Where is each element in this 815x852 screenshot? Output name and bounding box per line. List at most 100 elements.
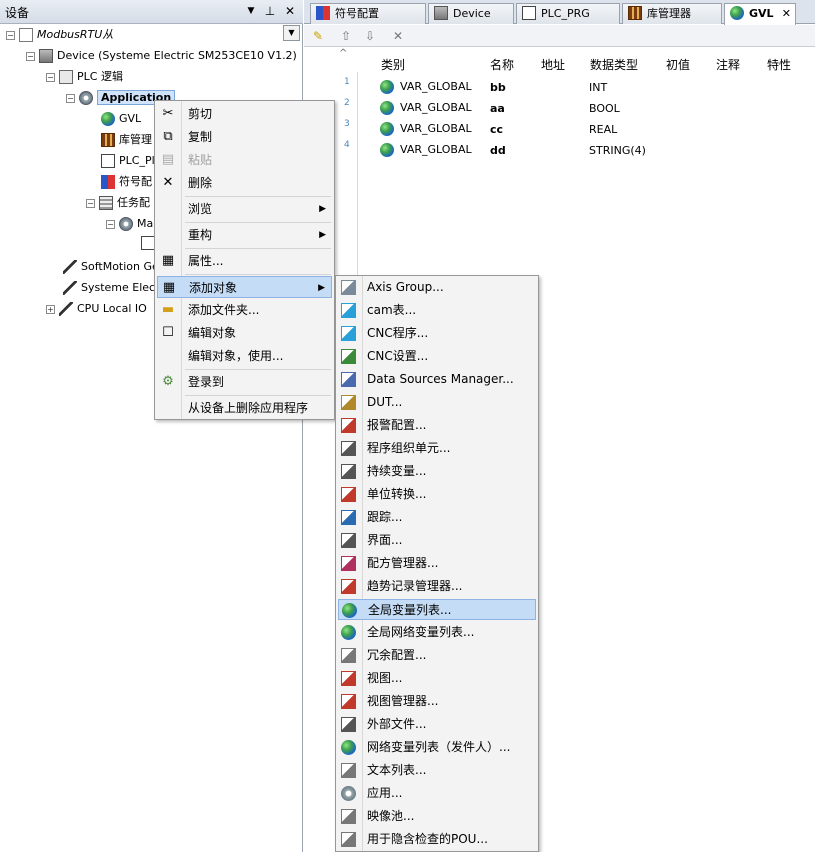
close-tab-icon[interactable]: ✕ xyxy=(782,4,791,23)
menu-item-properties[interactable]: ▦ 属性... xyxy=(157,250,332,272)
submenu-item-external-file[interactable]: 外部文件... xyxy=(338,714,536,735)
move-up-icon[interactable]: ⇧ xyxy=(338,28,354,44)
submenu-item-network-sender[interactable]: 网络变量列表（发件人）... xyxy=(338,737,536,758)
submenu-item-globe[interactable]: 全局变量列表... xyxy=(338,599,536,620)
submenu-item-trend-manager[interactable]: 趋势记录管理器... xyxy=(338,576,536,597)
menu-item-cut[interactable]: ✂ 剪切 xyxy=(157,103,332,125)
globe-icon xyxy=(380,101,394,115)
cell-type[interactable]: REAL xyxy=(589,123,617,136)
gvl-label: GVL xyxy=(119,112,142,125)
tree-node-device[interactable]: − Device (Systeme Electric SM253CE10 V1.2… xyxy=(26,47,297,65)
collapse-icon[interactable]: − xyxy=(46,72,55,82)
submenu-item-axis-group[interactable]: Axis Group... xyxy=(338,277,536,298)
interface-icon xyxy=(341,533,356,548)
collapse-icon[interactable]: − xyxy=(6,30,15,40)
cell-name[interactable]: bb xyxy=(490,81,506,94)
tree-dropdown-button[interactable]: ▼ xyxy=(283,25,300,41)
menu-item-login[interactable]: ⚙ 登录到 xyxy=(157,371,332,393)
tab-symbol-config[interactable]: 符号配置 xyxy=(310,3,426,24)
device-icon xyxy=(434,6,448,20)
submenu-item-implicit-check[interactable]: 用于隐含检查的POU... xyxy=(338,829,536,850)
tree-node-systeme-electric[interactable]: Systeme Electr xyxy=(63,279,164,297)
menu-item-paste[interactable]: ▤ 粘贴 xyxy=(157,149,332,171)
submenu-item-image-pool[interactable]: 映像池... xyxy=(338,806,536,827)
tree-node-plc-logic[interactable]: − PLC 逻辑 xyxy=(46,68,123,86)
collapse-icon[interactable]: − xyxy=(26,51,35,61)
menu-item-add-object[interactable]: ▦ 添加对象 ▶ xyxy=(157,276,332,298)
menu-item-add-folder[interactable]: ▬ 添加文件夹... xyxy=(157,299,332,321)
library-manager-label: 库管理 xyxy=(119,133,152,146)
submenu-item-text-list[interactable]: 文本列表... xyxy=(338,760,536,781)
tab-gvl[interactable]: GVL ✕ xyxy=(724,3,796,25)
submenu-item-trace[interactable]: 跟踪... xyxy=(338,507,536,528)
cell-name[interactable]: cc xyxy=(490,123,503,136)
column-header-name[interactable]: 名称 xyxy=(490,56,514,73)
program-icon xyxy=(101,154,115,168)
submenu-item-unit-conversion[interactable]: 单位转换... xyxy=(338,484,536,505)
tree-node-main-task[interactable]: − Ma xyxy=(106,215,153,233)
pin-icon[interactable]: ⊥ xyxy=(263,4,277,18)
expand-icon[interactable]: + xyxy=(46,304,55,314)
edit-icon: ☐ xyxy=(162,325,174,340)
tab-device[interactable]: Device xyxy=(428,3,514,24)
tree-node-project[interactable]: − ModbusRTU从 xyxy=(6,26,113,44)
menu-item-remove-app[interactable]: 从设备上删除应用程序 xyxy=(157,397,332,419)
submenu-item-application[interactable]: 应用... xyxy=(338,783,536,804)
column-header-category[interactable]: 类别 xyxy=(381,56,405,73)
tree-node-symbol-config[interactable]: 符号配 xyxy=(101,173,152,191)
column-header-address[interactable]: 地址 xyxy=(541,56,565,73)
cell-type[interactable]: BOOL xyxy=(589,102,620,115)
submenu-item-visualization[interactable]: 视图... xyxy=(338,668,536,689)
collapse-icon[interactable]: − xyxy=(66,93,75,103)
tree-node-gvl[interactable]: GVL xyxy=(101,110,141,128)
menu-item-refactor[interactable]: 重构 ▶ xyxy=(157,224,332,246)
tree-node-cpu-local-io[interactable]: + CPU Local IO xyxy=(46,300,147,318)
cell-type[interactable]: STRING(4) xyxy=(589,144,646,157)
menu-item-label: 编辑对象，使用... xyxy=(188,349,284,363)
menu-item-label: 添加文件夹... xyxy=(188,303,260,317)
tree-node-softmotion[interactable]: SoftMotion Gen xyxy=(63,258,166,276)
menu-item-delete[interactable]: ✕ 删除 xyxy=(157,172,332,194)
collapse-icon[interactable]: − xyxy=(86,198,95,208)
column-header-attributes[interactable]: 特性 xyxy=(767,56,791,73)
pane-menu-icon[interactable]: ▼ xyxy=(244,6,258,16)
cell-type[interactable]: INT xyxy=(589,81,607,94)
submenu-item-dut[interactable]: DUT... xyxy=(338,392,536,413)
menu-item-copy[interactable]: ⧉ 复制 xyxy=(157,126,332,148)
collapse-icon[interactable]: − xyxy=(106,219,115,229)
submenu-item-alarm-config[interactable]: 报警配置... xyxy=(338,415,536,436)
menu-item-browse[interactable]: 浏览 ▶ xyxy=(157,198,332,220)
submenu-item-persistent-var[interactable]: 持续变量... xyxy=(338,461,536,482)
cell-name[interactable]: aa xyxy=(490,102,505,115)
symbol-config-icon xyxy=(101,175,115,189)
tree-node-task-config[interactable]: − 任务配 xyxy=(86,194,150,212)
tree-node-plc-prg[interactable]: PLC_Pl xyxy=(101,152,155,170)
submenu-item-cam-table[interactable]: cam表... xyxy=(338,300,536,321)
add-var-icon[interactable]: ✎ xyxy=(310,28,326,44)
submenu-item-recipe-manager[interactable]: 配方管理器... xyxy=(338,553,536,574)
column-header-comment[interactable]: 注释 xyxy=(716,56,740,73)
cell-category-text: VAR_GLOBAL xyxy=(400,143,472,156)
submenu-item-interface[interactable]: 界面... xyxy=(338,530,536,551)
cell-name[interactable]: dd xyxy=(490,144,506,157)
submenu-item-visualization-manager[interactable]: 视图管理器... xyxy=(338,691,536,712)
column-header-type[interactable]: 数据类型 xyxy=(590,56,638,73)
move-down-icon[interactable]: ⇩ xyxy=(362,28,378,44)
close-icon[interactable]: ✕ xyxy=(283,4,297,18)
submenu-item-network-globe[interactable]: 全局网络变量列表... xyxy=(338,622,536,643)
tab-plc-prg[interactable]: PLC_PRG xyxy=(516,3,620,24)
menu-item-edit-object[interactable]: ☐ 编辑对象 xyxy=(157,322,332,344)
delete-var-icon[interactable]: ✕ xyxy=(390,28,406,44)
menu-item-edit-object-with[interactable]: 编辑对象，使用... xyxy=(157,345,332,367)
menu-item-label: 属性... xyxy=(188,254,224,268)
submenu-item-data-sources[interactable]: Data Sources Manager... xyxy=(338,369,536,390)
column-header-initial[interactable]: 初值 xyxy=(666,56,690,73)
submenu-item-redundancy[interactable]: 冗余配置... xyxy=(338,645,536,666)
submenu-item-cnc-settings[interactable]: CNC设置... xyxy=(338,346,536,367)
cell-category: VAR_GLOBAL xyxy=(380,143,472,157)
submenu-item-cnc-program[interactable]: CNC程序... xyxy=(338,323,536,344)
menu-separator xyxy=(185,222,331,223)
submenu-item-pou[interactable]: 程序组织单元... xyxy=(338,438,536,459)
tree-node-library-manager[interactable]: 库管理 xyxy=(101,131,152,149)
tab-library-manager[interactable]: 库管理器 xyxy=(622,3,722,24)
